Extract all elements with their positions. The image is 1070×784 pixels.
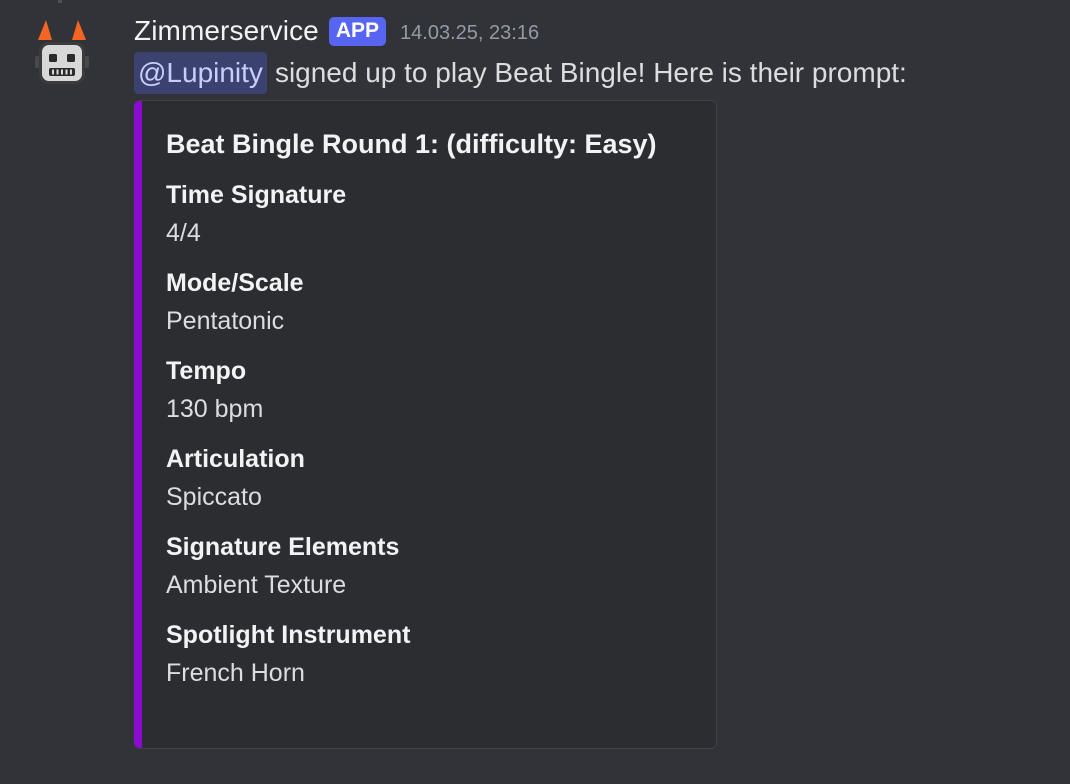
field-name: Tempo	[166, 357, 247, 385]
field-value: 4/4	[166, 219, 201, 247]
embed-field-spotlight-instrument: Spotlight Instrument French Horn	[166, 617, 696, 693]
username[interactable]: Zimmerservice	[134, 15, 319, 47]
embed-body: Beat Bingle Round 1: (difficulty: Easy) …	[166, 125, 696, 705]
app-badge: APP	[328, 16, 387, 46]
embed-field-mode-scale: Mode/Scale Pentatonic	[166, 265, 696, 341]
field-name: Articulation	[166, 445, 305, 473]
embed-title: Beat Bingle Round 1: (difficulty: Easy)	[166, 129, 657, 159]
embed-field-tempo: Tempo 130 bpm	[166, 353, 696, 429]
message-content: @Lupinity signed up to play Beat Bingle!…	[134, 52, 907, 94]
field-name: Time Signature	[166, 181, 347, 209]
divider	[58, 0, 62, 3]
field-value: Ambient Texture	[166, 571, 347, 599]
embed-card: Beat Bingle Round 1: (difficulty: Easy) …	[134, 100, 717, 749]
embed-accent-bar	[134, 101, 142, 748]
embed-field-time-signature: Time Signature 4/4	[166, 177, 696, 253]
user-mention[interactable]: @Lupinity	[134, 52, 267, 94]
embed-field-articulation: Articulation Spiccato	[166, 441, 696, 517]
field-name: Spotlight Instrument	[166, 621, 411, 649]
field-value: 130 bpm	[166, 395, 264, 423]
message-header: Zimmerservice APP 14.03.25, 23:16	[134, 12, 539, 50]
field-name: Signature Elements	[166, 533, 400, 561]
field-value: Spiccato	[166, 483, 262, 511]
field-value: French Horn	[166, 659, 305, 687]
message-timestamp[interactable]: 14.03.25, 23:16	[400, 22, 539, 45]
message-text: signed up to play Beat Bingle! Here is t…	[274, 57, 907, 88]
field-value: Pentatonic	[166, 307, 285, 335]
robot-avatar-icon[interactable]	[32, 14, 92, 90]
embed-field-signature-elements: Signature Elements Ambient Texture	[166, 529, 696, 605]
field-name: Mode/Scale	[166, 269, 304, 297]
chat-view: Zimmerservice APP 14.03.25, 23:16 @Lupin…	[0, 0, 1070, 784]
